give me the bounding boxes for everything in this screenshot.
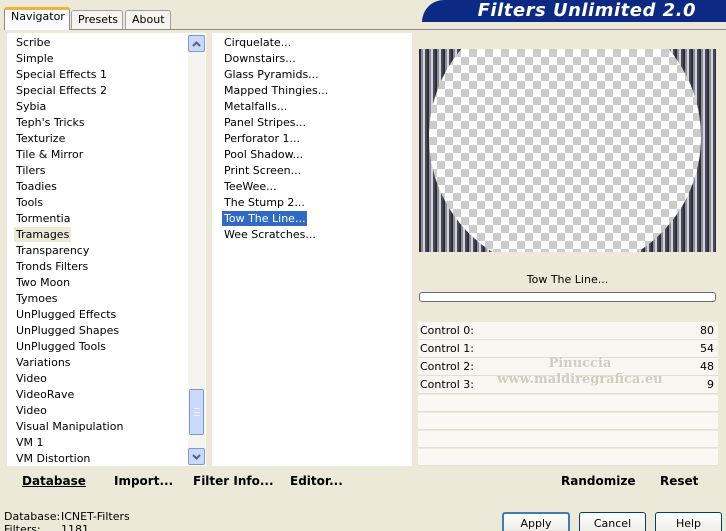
selected-filter-name: Tow The Line...	[526, 273, 609, 286]
empty-control-row	[418, 413, 718, 430]
scroll-thumb[interactable]	[189, 389, 204, 435]
category-item[interactable]: Transparency	[14, 243, 91, 258]
filter-item[interactable]: The Stump 2...	[222, 195, 307, 210]
chevron-up-icon	[192, 40, 201, 47]
apply-button[interactable]: Apply	[502, 512, 570, 531]
app-title: Filters Unlimited 2.0	[477, 0, 696, 21]
scroll-down-button[interactable]	[188, 448, 205, 465]
category-item[interactable]: Video	[14, 403, 49, 418]
status-value: 1181	[61, 523, 89, 531]
cancel-button[interactable]: Cancel	[579, 512, 646, 531]
tab-presets[interactable]: Presets	[71, 10, 123, 29]
filter-info-button[interactable]: Filter Info...	[193, 474, 274, 488]
preview-image	[419, 49, 716, 252]
category-item[interactable]: Visual Manipulation	[14, 419, 125, 434]
status-label: Filters:	[4, 523, 41, 531]
category-item[interactable]: VM 1	[14, 435, 46, 450]
help-button[interactable]: Help	[655, 512, 722, 531]
filter-item[interactable]: Print Screen...	[222, 163, 303, 178]
editor-button[interactable]: Editor...	[290, 474, 343, 488]
category-item[interactable]: Toadies	[14, 179, 59, 194]
reset-button[interactable]: Reset	[660, 474, 698, 488]
filter-item[interactable]: Cirquelate...	[222, 35, 293, 50]
control-value: 54	[700, 342, 714, 355]
tab-about[interactable]: About	[125, 10, 171, 29]
grip-icon	[194, 408, 200, 416]
empty-control-row	[418, 449, 718, 466]
category-item[interactable]: VM Distortion	[14, 451, 92, 466]
category-scrollbar[interactable]	[188, 34, 205, 465]
control-value: 48	[700, 360, 714, 373]
category-item[interactable]: Variations	[14, 355, 73, 370]
status-label: Database:	[4, 510, 61, 523]
category-item[interactable]: Tronds Filters	[14, 259, 90, 274]
status-database: Database:ICNET-Filters	[4, 510, 130, 523]
control-label: Control 0:	[420, 324, 474, 337]
control-label: Control 2:	[420, 360, 474, 373]
category-item[interactable]: Tilers	[14, 163, 48, 178]
category-item[interactable]: Simple	[14, 51, 56, 66]
filter-item[interactable]: Perforator 1...	[222, 131, 302, 146]
category-item[interactable]: Tramages	[14, 227, 72, 242]
filter-item[interactable]: Panel Stripes...	[222, 115, 308, 130]
control-slider-0[interactable]: Control 0: 80	[418, 322, 718, 340]
filter-item[interactable]: TeeWee...	[222, 179, 279, 194]
filter-item[interactable]: Mapped Thingies...	[222, 83, 330, 98]
category-item[interactable]: Texturize	[14, 131, 67, 146]
category-item[interactable]: Scribe	[14, 35, 52, 50]
category-item[interactable]: Two Moon	[14, 275, 72, 290]
category-item[interactable]: UnPlugged Effects	[14, 307, 118, 322]
filter-list[interactable]: Cirquelate... Downstairs... Glass Pyramids…	[212, 33, 412, 466]
filter-item[interactable]: Wee Scratches...	[222, 227, 318, 242]
control-value: 9	[707, 378, 714, 391]
category-item[interactable]: Sybia	[14, 99, 48, 114]
category-item[interactable]: UnPlugged Shapes	[14, 323, 121, 338]
control-slider-3[interactable]: Control 3: 9	[418, 376, 718, 394]
category-item[interactable]: Tymoes	[14, 291, 59, 306]
category-item[interactable]: Teph's Tricks	[14, 115, 87, 130]
filter-item[interactable]: Metalfalls...	[222, 99, 289, 114]
category-item[interactable]: Special Effects 1	[14, 67, 109, 82]
category-item[interactable]: Tools	[14, 195, 45, 210]
progress-bar	[419, 292, 716, 302]
empty-control-row	[418, 431, 718, 448]
control-value: 80	[700, 324, 714, 337]
status-filters: Filters: 1181	[4, 523, 89, 531]
title-banner: Filters Unlimited 2.0	[422, 0, 726, 22]
empty-control-row	[418, 395, 718, 412]
category-item[interactable]: UnPlugged Tools	[14, 339, 108, 354]
category-item[interactable]: Tile & Mirror	[14, 147, 85, 162]
scroll-up-button[interactable]	[188, 35, 205, 52]
database-button[interactable]: Database	[22, 474, 86, 488]
tab-navigator[interactable]: Navigator	[4, 7, 70, 30]
control-slider-1[interactable]: Control 1: 54	[418, 340, 718, 358]
import-button[interactable]: Import...	[114, 474, 173, 488]
randomize-button[interactable]: Randomize	[561, 474, 635, 488]
category-list[interactable]: Scribe Simple Special Effects 1 Special Eff…	[7, 33, 206, 466]
control-slider-2[interactable]: Control 2: 48	[418, 358, 718, 376]
filter-item[interactable]: Glass Pyramids...	[222, 67, 321, 82]
category-item[interactable]: Tormentia	[14, 211, 72, 226]
category-item[interactable]: Video	[14, 371, 49, 386]
chevron-down-icon	[192, 453, 201, 460]
filter-item[interactable]: Pool Shadow...	[222, 147, 305, 162]
category-item[interactable]: VideoRave	[14, 387, 76, 402]
preview-transparent-circle	[429, 49, 701, 252]
filter-item[interactable]: Downstairs...	[222, 51, 298, 66]
category-item[interactable]: Special Effects 2	[14, 83, 109, 98]
status-value: ICNET-Filters	[61, 510, 130, 523]
filter-item[interactable]: Tow The Line...	[222, 211, 308, 226]
control-label: Control 3:	[420, 378, 474, 391]
control-label: Control 1:	[420, 342, 474, 355]
